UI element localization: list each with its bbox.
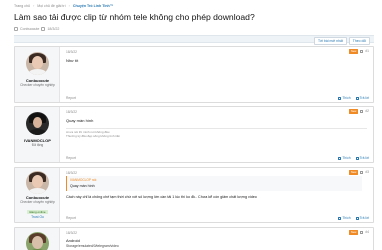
avatar[interactable] [26, 52, 49, 75]
reply-button[interactable]: Trả lời [355, 96, 369, 100]
post-text: Quay màn hình [66, 118, 94, 123]
report-link[interactable]: Report [66, 216, 76, 220]
post: Conbuocute Checker chuyên nghiệp 18/3/22… [14, 46, 374, 103]
like-button[interactable]: Thích [338, 216, 351, 220]
reply-icon [355, 216, 359, 220]
post-number[interactable]: #1 [365, 49, 369, 53]
watch-button[interactable]: Theo dõi [348, 37, 370, 45]
post: IVANMOCLOP Đã tặng 18/3/22 New #2 Quay m… [14, 106, 374, 163]
reply-button[interactable]: Trả lời [355, 156, 369, 160]
report-link[interactable]: Report [66, 156, 76, 160]
trust-badge: Trust Ou [31, 215, 44, 219]
new-badge: New [349, 49, 358, 54]
like-icon [338, 96, 342, 100]
post-user-panel [15, 228, 60, 250]
post-tools: New #1 [349, 49, 369, 54]
user-icon [14, 27, 18, 31]
reply-icon [355, 96, 359, 100]
post-number[interactable]: #3 [365, 170, 369, 174]
share-icon[interactable] [359, 109, 364, 114]
reply-button[interactable]: Trả lời [355, 216, 369, 220]
breadcrumb-subforum[interactable]: Chuyện Trò Linh Tinh™ [73, 4, 113, 8]
post-user-role: Checker chuyên nghiệp [20, 83, 55, 87]
post-date[interactable]: 18/3/22 [66, 231, 77, 235]
share-icon[interactable] [359, 49, 364, 54]
thread-date: 18/3/22 [47, 27, 60, 31]
post-date[interactable]: 18/3/22 [66, 110, 77, 114]
thread-author[interactable]: Conbuocute [20, 27, 39, 31]
new-badge: New [349, 170, 358, 175]
post: Conbuocute Checker chuyên nghiệp Đang on… [14, 167, 374, 223]
like-icon [338, 216, 342, 220]
post-user-panel: Conbuocute Checker chuyên nghiệp [15, 47, 60, 102]
like-icon [338, 156, 342, 160]
post-tools: New #2 [349, 109, 369, 114]
post-date[interactable]: 18/3/22 [66, 50, 77, 54]
unread-button[interactable]: Tới bài mới nhất [313, 37, 347, 45]
report-link[interactable]: Report [66, 96, 76, 100]
breadcrumb: Trang chủ › Mọi chủ đề giải trí › Chuyện… [14, 4, 113, 8]
thread-title: Làm sao tải được clip từ nhóm tele không… [14, 12, 255, 22]
post-user-role: Đã tặng [31, 143, 44, 147]
post: 18/3/22 New #4 Android Storage/emulated/… [14, 227, 374, 250]
new-badge: New [349, 230, 358, 235]
post-text: Android [66, 238, 80, 243]
like-button[interactable]: Thích [338, 156, 351, 160]
post-text: Cách này chỉ là chống chế tạm thời chứ v… [66, 195, 257, 199]
signature-line: Thường ký đầu đẹp sống không tình tiền [66, 134, 121, 138]
post-footer: Report Thích Trả lời [66, 96, 369, 101]
post-text-path: Storage/emulated/0/telegram/video [66, 244, 119, 248]
post-user-role: Checker chuyên nghiệp [20, 200, 55, 204]
like-button[interactable]: Thích [338, 96, 351, 100]
share-icon[interactable] [359, 230, 364, 235]
post-footer: Report Thích Trả lời [66, 216, 369, 221]
breadcrumb-home[interactable]: Trang chủ [14, 4, 30, 8]
post-user-panel: Conbuocute Checker chuyên nghiệp Đang on… [15, 168, 60, 222]
post-tools: New #4 [349, 230, 369, 235]
new-badge: New [349, 109, 358, 114]
post-number[interactable]: #2 [365, 109, 369, 113]
post-footer: Report Thích Trả lời [66, 156, 369, 161]
post-date[interactable]: 18/3/22 [66, 171, 77, 175]
breadcrumb-separator: › [68, 4, 70, 8]
signature-divider [66, 128, 367, 129]
online-badge: Đang online [27, 210, 48, 214]
avatar[interactable] [26, 171, 49, 194]
post-text: Như tít [66, 58, 79, 63]
breadcrumb-forum[interactable]: Mọi chủ đề giải trí [37, 4, 65, 8]
quote-block: IVANMOCLOP nói: Quay màn hình [66, 176, 362, 191]
avatar[interactable] [26, 112, 49, 135]
post-user-panel: IVANMOCLOP Đã tặng [15, 107, 60, 162]
reply-icon [355, 156, 359, 160]
share-icon[interactable] [359, 170, 364, 175]
quote-text: Quay màn hình [70, 184, 95, 188]
breadcrumb-separator: › [33, 4, 35, 8]
thread-meta: Conbuocute 18/3/22 [14, 27, 59, 31]
post-tools: New #3 [349, 170, 369, 175]
quote-author[interactable]: IVANMOCLOP nói: [70, 178, 97, 182]
clock-icon [41, 27, 46, 31]
post-number[interactable]: #4 [365, 230, 369, 234]
avatar[interactable] [26, 232, 49, 250]
thread-toolbar: Tới bài mới nhất Theo dõi [14, 35, 374, 45]
